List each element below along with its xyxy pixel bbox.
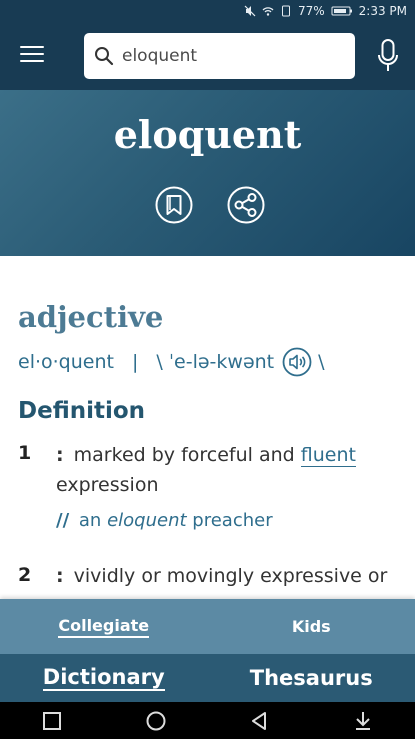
system-nav-bar — [0, 702, 415, 739]
part-of-speech: adjective — [18, 300, 164, 334]
fluent-link[interactable]: fluent — [300, 444, 356, 467]
mute-icon — [244, 5, 256, 17]
bookmark-icon[interactable] — [155, 186, 193, 224]
example-keyword: eloquent — [107, 510, 187, 531]
example-before: an — [78, 510, 102, 531]
battery-icon — [331, 6, 352, 16]
battery-percent: 77% — [297, 4, 325, 18]
sense-text-before: marked by forceful and — [73, 444, 295, 466]
speaker-icon[interactable] — [282, 347, 312, 377]
edition-tabs: Collegiate Kids — [0, 599, 415, 654]
example-marker: // — [56, 510, 70, 531]
microphone-icon[interactable] — [376, 38, 400, 74]
tab-kids[interactable]: Kids — [208, 599, 415, 654]
usage-example: // an eloquent preacher — [56, 510, 273, 531]
sense-number: 2 — [18, 564, 32, 586]
sense-text: : marked by forceful and fluent expressi… — [56, 440, 408, 500]
sense-text: : vividly or movingly expressive or — [56, 561, 408, 591]
tab-dictionary-label: Dictionary — [42, 665, 165, 691]
definition-heading: Definition — [18, 398, 146, 424]
sense-text-after: expression — [56, 474, 159, 496]
word-hero: eloquent — [0, 90, 415, 256]
sense-colon: : — [56, 444, 64, 466]
share-icon[interactable] — [227, 186, 265, 224]
back-icon[interactable] — [248, 710, 270, 732]
search-input[interactable] — [120, 45, 334, 67]
sense-text-body: vividly or movingly expressive or — [73, 565, 388, 587]
app-header — [0, 22, 415, 90]
pronunciation-close: \ — [318, 351, 325, 373]
syllables: el·o·quent — [18, 351, 114, 373]
status-bar: 77% 2:33 PM — [0, 0, 415, 22]
pronunciation: \ ˈe-lə-kwənt — [156, 351, 275, 373]
status-time: 2:33 PM — [358, 4, 407, 18]
wifi-icon — [262, 7, 274, 16]
search-box[interactable] — [84, 33, 355, 79]
tab-thesaurus-label: Thesaurus — [249, 666, 373, 690]
reference-tabs: Dictionary Thesaurus — [0, 654, 415, 702]
tab-thesaurus[interactable]: Thesaurus — [208, 654, 415, 702]
sim-icon — [281, 5, 290, 17]
example-after: preacher — [192, 510, 273, 531]
sense-colon: : — [56, 565, 64, 587]
word-title: eloquent — [113, 112, 302, 157]
sense-number: 1 — [18, 442, 32, 464]
pron-separator: | — [131, 351, 139, 373]
search-icon — [95, 47, 114, 66]
home-icon[interactable] — [145, 710, 167, 732]
notification-pull-icon[interactable] — [352, 710, 374, 732]
recents-icon[interactable] — [41, 710, 63, 732]
hamburger-icon[interactable] — [20, 46, 44, 64]
pronunciation-row: el·o·quent | \ ˈe-lə-kwənt \ — [18, 347, 398, 377]
tab-kids-label: Kids — [291, 617, 331, 636]
tab-dictionary[interactable]: Dictionary — [0, 654, 208, 702]
tab-collegiate[interactable]: Collegiate — [0, 599, 208, 654]
tab-collegiate-label: Collegiate — [58, 616, 150, 638]
